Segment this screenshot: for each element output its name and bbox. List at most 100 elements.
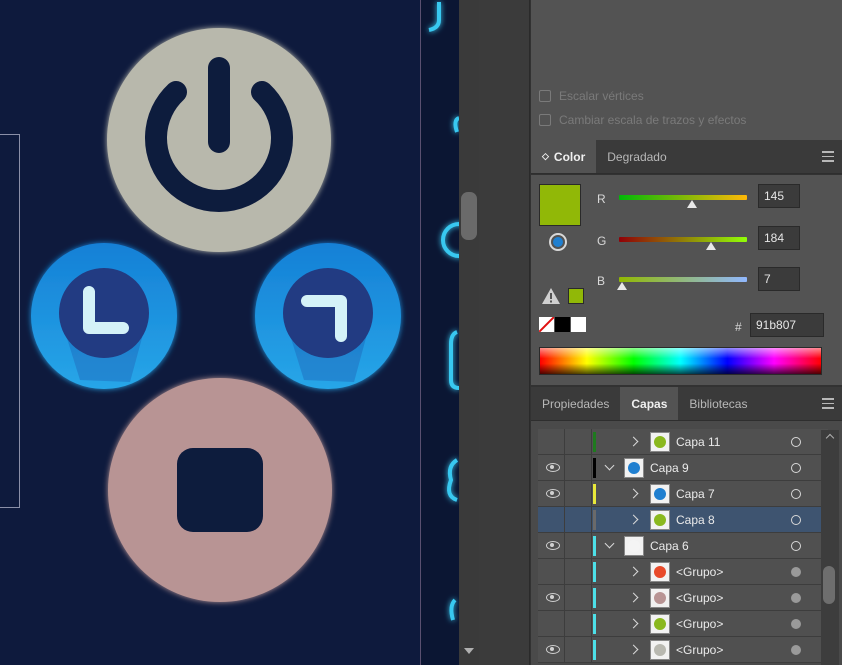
- chevron-right-icon[interactable]: [628, 644, 639, 655]
- visibility-toggle[interactable]: [538, 611, 565, 637]
- secondary-artboard[interactable]: [421, 0, 459, 665]
- scale-strokes-label: Cambiar escala de trazos y efectos: [559, 113, 747, 127]
- layers-panel-menu-icon[interactable]: [814, 387, 842, 420]
- eye-icon[interactable]: [546, 463, 560, 472]
- layer-row[interactable]: Capa 9: [538, 455, 828, 481]
- visibility-toggle[interactable]: [538, 429, 565, 455]
- layer-row[interactable]: Capa 7: [538, 481, 828, 507]
- artboard-canvas[interactable]: [0, 0, 420, 665]
- layer-row[interactable]: <Grupo>: [538, 559, 828, 585]
- chevron-down-icon[interactable]: [604, 538, 615, 549]
- lock-toggle[interactable]: [565, 611, 592, 637]
- scale-strokes-checkbox[interactable]: [539, 114, 551, 126]
- layer-color-indicator: [593, 614, 596, 634]
- visibility-toggle[interactable]: [538, 585, 565, 611]
- gamut-color-swatch[interactable]: [568, 288, 584, 304]
- none-color-icon[interactable]: [539, 317, 554, 332]
- visibility-toggle[interactable]: [538, 507, 565, 533]
- visibility-toggle[interactable]: [538, 559, 565, 585]
- layer-row[interactable]: <Grupo>: [538, 585, 828, 611]
- b-slider-thumb[interactable]: [617, 282, 628, 290]
- eye-icon[interactable]: [546, 593, 560, 602]
- collapse-arrows-icon[interactable]: ◇: [542, 151, 549, 162]
- r-slider[interactable]: [619, 195, 747, 200]
- scroll-down-arrow-icon[interactable]: [464, 648, 474, 654]
- layers-scroll-thumb[interactable]: [823, 566, 835, 604]
- g-label: G: [597, 234, 607, 248]
- visibility-toggle[interactable]: [538, 455, 565, 481]
- clock-icon[interactable]: [31, 243, 177, 389]
- chevron-right-icon[interactable]: [628, 436, 639, 447]
- g-slider-thumb[interactable]: [706, 242, 717, 250]
- fill-color-swatch[interactable]: [539, 184, 581, 226]
- target-icon[interactable]: [791, 541, 801, 551]
- eye-icon[interactable]: [546, 645, 560, 654]
- eye-icon[interactable]: [546, 541, 560, 550]
- target-icon[interactable]: [791, 437, 801, 447]
- target-icon[interactable]: [791, 567, 801, 577]
- tab-libraries-label: Bibliotecas: [689, 396, 748, 411]
- g-slider[interactable]: [619, 237, 747, 242]
- eye-icon[interactable]: [546, 489, 560, 498]
- visibility-toggle[interactable]: [538, 533, 565, 559]
- target-icon[interactable]: [791, 515, 801, 525]
- scale-strokes-option[interactable]: Cambiar escala de trazos y efectos: [539, 110, 746, 130]
- layer-name: Capa 8: [676, 513, 715, 527]
- lock-toggle[interactable]: [565, 455, 592, 481]
- lock-toggle[interactable]: [565, 533, 592, 559]
- target-icon[interactable]: [791, 619, 801, 629]
- layers-scrollbar[interactable]: [821, 430, 839, 665]
- target-icon[interactable]: [791, 463, 801, 473]
- layer-row[interactable]: Capa 11: [538, 429, 828, 455]
- lock-toggle[interactable]: [565, 481, 592, 507]
- visibility-toggle[interactable]: [538, 481, 565, 507]
- out-of-gamut-warning-icon[interactable]: [541, 287, 561, 305]
- b-slider[interactable]: [619, 277, 747, 282]
- tab-libraries[interactable]: Bibliotecas: [678, 387, 758, 420]
- hex-value-field[interactable]: 91b807: [750, 313, 824, 337]
- tab-gradient[interactable]: Degradado: [596, 140, 677, 173]
- lock-toggle[interactable]: [565, 429, 592, 455]
- lock-toggle[interactable]: [565, 637, 592, 663]
- chevron-right-icon[interactable]: [628, 566, 639, 577]
- tab-layers[interactable]: Capas: [620, 387, 679, 420]
- white-swatch[interactable]: [571, 317, 586, 332]
- scale-corners-checkbox[interactable]: [539, 90, 551, 102]
- tab-properties[interactable]: Propiedades: [531, 387, 620, 420]
- color-spectrum-bar[interactable]: [539, 347, 822, 375]
- layer-name: <Grupo>: [676, 617, 724, 631]
- lock-toggle[interactable]: [565, 585, 592, 611]
- clock-icon-alt[interactable]: [255, 243, 401, 389]
- target-icon[interactable]: [791, 593, 801, 603]
- layer-color-indicator: [593, 484, 596, 504]
- tab-color-label: Color: [553, 149, 586, 164]
- scale-corners-option[interactable]: Escalar vértices: [539, 86, 644, 106]
- stroke-color-icon[interactable]: [549, 233, 567, 251]
- scroll-up-arrow-icon[interactable]: [825, 433, 835, 443]
- layer-row[interactable]: Capa 8: [538, 507, 828, 533]
- r-value-field[interactable]: 145: [758, 184, 800, 208]
- b-value-field[interactable]: 7: [758, 267, 800, 291]
- chevron-right-icon[interactable]: [628, 618, 639, 629]
- panel-menu-icon[interactable]: [814, 140, 842, 173]
- chevron-right-icon[interactable]: [628, 514, 639, 525]
- chevron-right-icon[interactable]: [628, 488, 639, 499]
- layer-row[interactable]: Capa 6: [538, 533, 828, 559]
- layer-row[interactable]: <Grupo>: [538, 637, 828, 663]
- power-icon[interactable]: [107, 28, 331, 252]
- r-slider-thumb[interactable]: [686, 200, 697, 208]
- g-value-field[interactable]: 184: [758, 226, 800, 250]
- visibility-toggle[interactable]: [538, 637, 565, 663]
- black-swatch[interactable]: [555, 317, 570, 332]
- chevron-right-icon[interactable]: [628, 592, 639, 603]
- lock-toggle[interactable]: [565, 507, 592, 533]
- chevron-down-icon[interactable]: [604, 460, 615, 471]
- tab-color[interactable]: ◇ Color: [531, 140, 597, 173]
- stop-icon[interactable]: [108, 378, 332, 602]
- target-icon[interactable]: [791, 489, 801, 499]
- target-icon[interactable]: [791, 645, 801, 655]
- lock-toggle[interactable]: [565, 559, 592, 585]
- canvas-scroll-thumb[interactable]: [461, 192, 477, 240]
- layer-row[interactable]: <Grupo>: [538, 611, 828, 637]
- canvas-vertical-scrollbar[interactable]: [459, 0, 479, 665]
